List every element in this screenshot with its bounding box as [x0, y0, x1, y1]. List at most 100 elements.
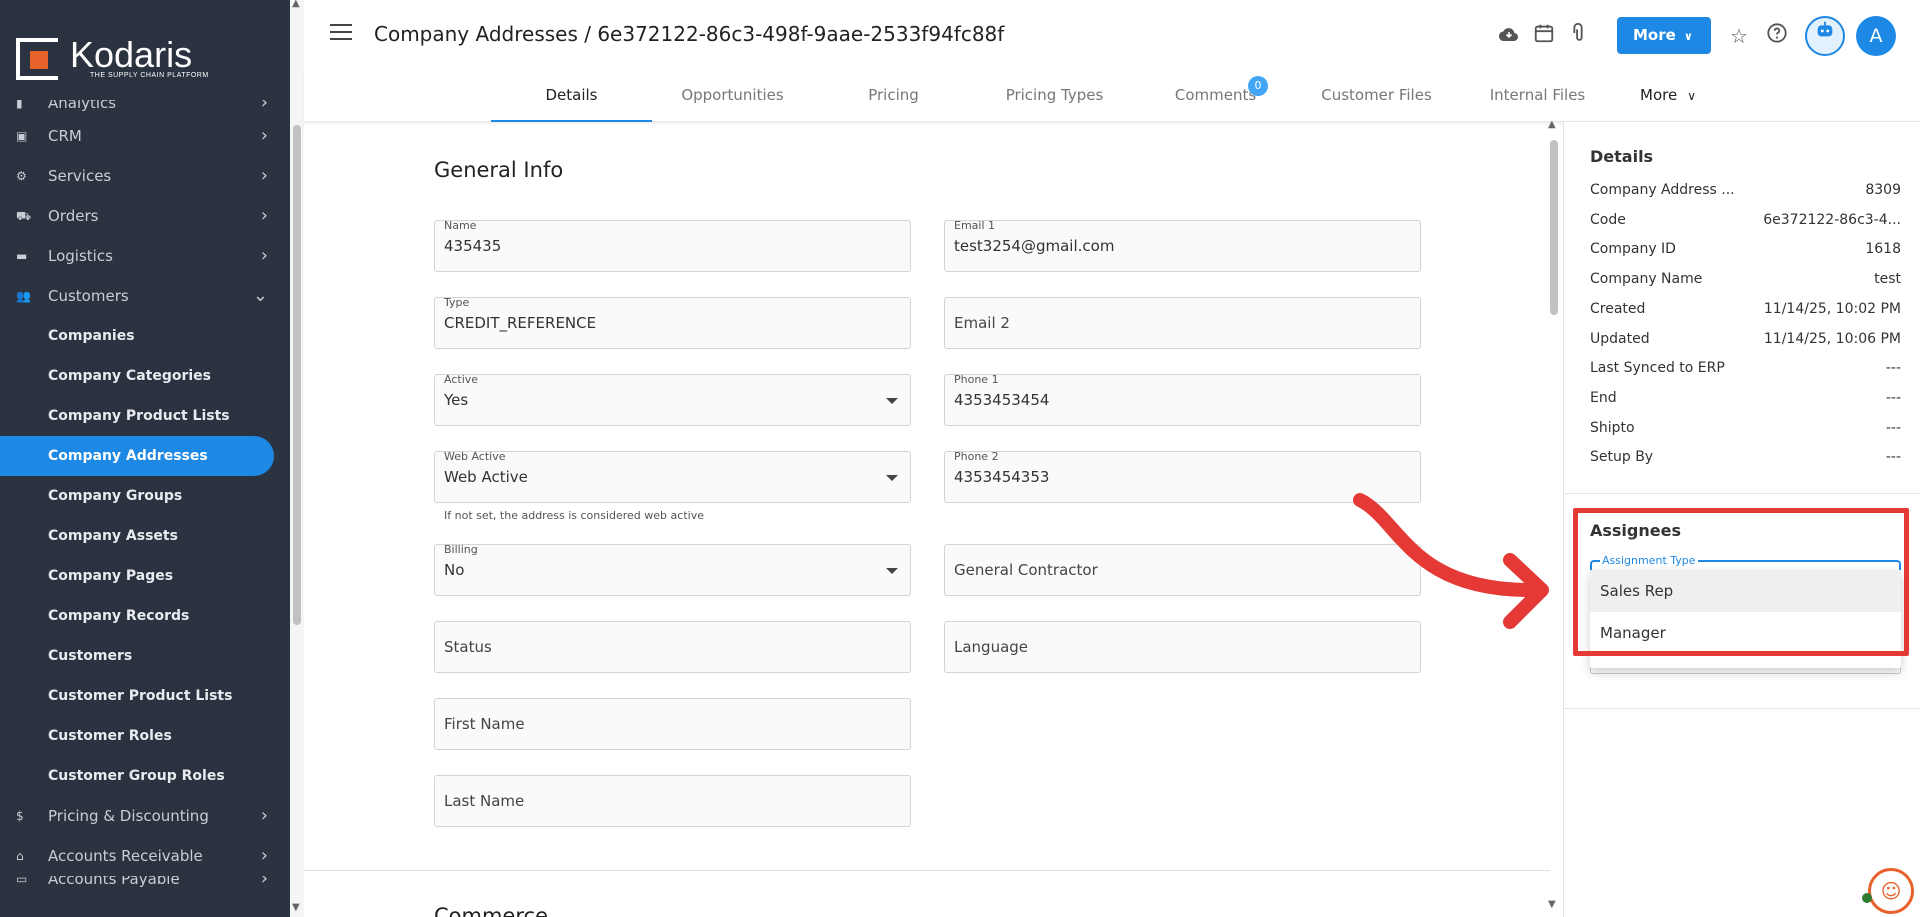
sidebar-item-label: Pricing & Discounting: [48, 807, 209, 825]
active-value: Yes: [444, 391, 469, 409]
billing-value: No: [444, 561, 465, 579]
language-field[interactable]: Language: [944, 621, 1421, 673]
general-contractor-placeholder: General Contractor: [954, 561, 1098, 579]
phone2-label: Phone 2: [954, 450, 999, 463]
sidebar-item-company-product-lists[interactable]: Company Product Lists: [0, 396, 290, 436]
sidebar-item-company-addresses[interactable]: Company Addresses: [0, 436, 274, 476]
detail-row: Shipto ---: [1590, 420, 1901, 450]
tab-bar: Details Opportunities Pricing Pricing Ty…: [304, 72, 1920, 122]
web-active-select[interactable]: Web Active Web Active: [434, 450, 911, 503]
panel-divider: [1564, 493, 1920, 494]
scroll-up-arrow-icon[interactable]: ▲: [1548, 119, 1556, 130]
sidebar-item-crm[interactable]: ▣ CRM ›: [0, 116, 290, 156]
more-button[interactable]: More ∨: [1617, 17, 1711, 54]
sidebar-item-companies[interactable]: Companies: [0, 316, 290, 356]
star-icon[interactable]: ☆: [1725, 22, 1753, 50]
tab-customer-files[interactable]: Customer Files: [1296, 72, 1457, 122]
more-button-label: More: [1633, 26, 1676, 44]
sidebar-item-analytics[interactable]: ▮ Analytics ›: [0, 100, 290, 116]
chevron-right-icon: ›: [260, 100, 268, 113]
billing-label: Billing: [444, 543, 478, 556]
sidebar-item-company-categories[interactable]: Company Categories: [0, 356, 290, 396]
billing-select[interactable]: Billing No: [434, 543, 911, 596]
sidebar-scrollbar[interactable]: ▲ ▼: [290, 0, 304, 917]
paperclip-icon[interactable]: [1564, 22, 1592, 50]
user-avatar[interactable]: A: [1856, 16, 1896, 56]
sidebar-item-accounts-receivable[interactable]: ⌂ Accounts Receivable ›: [0, 836, 290, 876]
sidebar-item-customer-group-roles[interactable]: Customer Group Roles: [0, 756, 290, 796]
sidebar-item-company-pages[interactable]: Company Pages: [0, 556, 290, 596]
last-name-field[interactable]: Last Name: [434, 775, 911, 827]
chart-icon: ▮: [16, 100, 23, 110]
sidebar-item-company-records[interactable]: Company Records: [0, 596, 290, 636]
first-name-placeholder: First Name: [444, 715, 525, 733]
name-field[interactable]: Name 435435: [434, 219, 911, 272]
sidebar-item-label: Company Categories: [48, 368, 211, 384]
phone2-field[interactable]: Phone 2 4353454353: [944, 450, 1421, 503]
sidebar-item-company-assets[interactable]: Company Assets: [0, 516, 290, 556]
chevron-right-icon: ›: [260, 805, 268, 826]
name-value: 435435: [444, 237, 502, 255]
sidebar-item-logistics[interactable]: ▬ Logistics ›: [0, 236, 290, 276]
cloud-icon[interactable]: [1495, 22, 1523, 50]
chevron-right-icon: ›: [260, 845, 268, 866]
section-title-general-info: General Info: [434, 158, 564, 182]
main-scroll-thumb[interactable]: [1550, 140, 1558, 315]
kodaris-logo[interactable]: Kodaris THE SUPPLY CHAIN PLATFORM: [16, 34, 216, 84]
sidebar-item-customer-roles[interactable]: Customer Roles: [0, 716, 290, 756]
sidebar-scroll-thumb[interactable]: [293, 125, 301, 625]
scroll-up-arrow-icon[interactable]: ▲: [292, 0, 300, 9]
sidebar-item-customers[interactable]: 👥 Customers ⌄: [0, 276, 290, 316]
sidebar-item-pricing-discounting[interactable]: $ Pricing & Discounting ›: [0, 796, 290, 836]
detail-row: Updated 11/14/25, 10:06 PM: [1590, 331, 1901, 361]
general-contractor-field[interactable]: General Contractor: [944, 544, 1421, 596]
sidebar-item-company-groups[interactable]: Company Groups: [0, 476, 290, 516]
detail-value: ---: [1885, 419, 1901, 436]
sidebar-item-accounts-payable[interactable]: ▭ Accounts Payable ›: [0, 876, 290, 892]
section-title-commerce: Commerce: [434, 904, 548, 917]
bot-icon[interactable]: [1805, 16, 1845, 56]
sidebar-item-label: Customers: [48, 287, 129, 305]
crm-icon: ▣: [16, 129, 28, 143]
chevron-down-icon: ∨: [1683, 30, 1693, 43]
tab-details[interactable]: Details: [491, 72, 652, 122]
sidebar-item-customers[interactable]: Customers: [0, 636, 290, 676]
sidebar-item-label: Accounts Payable: [48, 876, 180, 888]
main-scrollbar[interactable]: ▲ ▼: [1546, 119, 1560, 917]
email2-field[interactable]: Email 2: [944, 297, 1421, 349]
dollar-icon: $: [16, 809, 24, 823]
scroll-down-arrow-icon[interactable]: ▼: [292, 902, 300, 913]
status-field[interactable]: Status: [434, 621, 911, 673]
email1-field[interactable]: Email 1 test3254@gmail.com: [944, 219, 1421, 272]
detail-value: ---: [1885, 449, 1901, 466]
tab-opportunities[interactable]: Opportunities: [652, 72, 813, 122]
sidebar-item-label: Customers: [48, 648, 133, 664]
tab-pricing-types[interactable]: Pricing Types: [974, 72, 1135, 122]
first-name-field[interactable]: First Name: [434, 698, 911, 750]
chat-support-icon[interactable]: ☺: [1868, 868, 1914, 914]
calendar-icon[interactable]: [1530, 22, 1558, 50]
status-placeholder: Status: [444, 638, 492, 656]
chevron-down-icon: ⌄: [252, 285, 268, 306]
tab-internal-files[interactable]: Internal Files: [1457, 72, 1618, 122]
phone1-field[interactable]: Phone 1 4353453454: [944, 373, 1421, 426]
tab-more[interactable]: More ∨: [1618, 72, 1718, 122]
bus-icon: ▬: [16, 249, 28, 263]
sidebar-item-customer-product-lists[interactable]: Customer Product Lists: [0, 676, 290, 716]
help-icon[interactable]: [1763, 22, 1791, 50]
tab-comments[interactable]: Comments: [1135, 72, 1296, 122]
sidebar-nav: ▮ Analytics › ▣ CRM › ⚙ Services › ⛟ Orders › ▬ Logis…: [0, 100, 290, 892]
scroll-down-arrow-icon[interactable]: ▼: [1548, 899, 1556, 910]
sidebar-item-label: CRM: [48, 127, 82, 145]
web-active-value: Web Active: [444, 468, 528, 486]
panel-divider: [1564, 708, 1920, 709]
active-select[interactable]: Active Yes: [434, 373, 911, 426]
dropdown-caret-icon: [886, 398, 898, 404]
sidebar-item-orders[interactable]: ⛟ Orders ›: [0, 196, 290, 236]
tab-pricing[interactable]: Pricing: [813, 72, 974, 122]
hamburger-menu-icon[interactable]: [330, 24, 352, 42]
chevron-right-icon: ›: [260, 165, 268, 186]
language-placeholder: Language: [954, 638, 1029, 656]
sidebar-item-services[interactable]: ⚙ Services ›: [0, 156, 290, 196]
type-field[interactable]: Type CREDIT_REFERENCE: [434, 296, 911, 349]
